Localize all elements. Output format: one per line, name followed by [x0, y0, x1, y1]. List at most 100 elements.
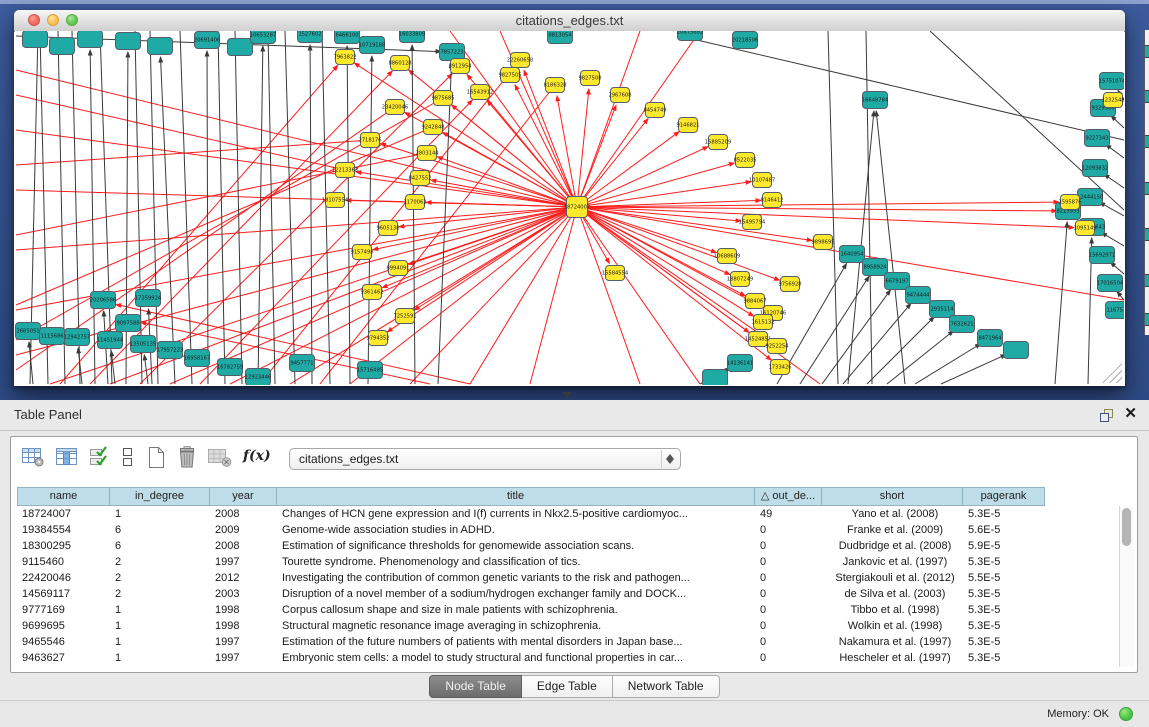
column-header-title[interactable]: title: [277, 487, 755, 506]
function-builder-icon[interactable]: f(x): [243, 448, 271, 464]
graph-node-label: 15584554: [602, 271, 629, 277]
graph-node-label: 2718176: [358, 138, 381, 144]
table-cell: 0: [755, 618, 822, 634]
table-cell: 5.3E-5: [963, 650, 1045, 666]
table-row[interactable]: 1938455462009Genome-wide association stu…: [17, 522, 1045, 538]
network-canvas[interactable]: 2069140610653287152760264661001071918816…: [15, 31, 1124, 385]
graph-node-label: 16543912: [467, 90, 493, 96]
graph-node[interactable]: [228, 39, 253, 56]
graph-node-label: 1733426: [768, 365, 791, 371]
graph-node-label: 8471964: [978, 336, 1002, 342]
graph-node[interactable]: [1004, 342, 1029, 359]
zoom-traffic-light-icon[interactable]: [66, 14, 78, 26]
table-cell: Franke et al. (2009): [822, 522, 963, 538]
splitter-collapse-icon[interactable]: [562, 392, 572, 398]
graph-node: [1145, 274, 1149, 287]
table-cell: 1: [110, 634, 210, 650]
graph-node-label: 16033809: [399, 32, 425, 38]
table-cell: 5.3E-5: [963, 554, 1045, 570]
graph-node-label: 9457771: [290, 361, 313, 367]
table-row[interactable]: 1830029562008Estimation of significance …: [17, 538, 1045, 554]
graph-node-label: 9875685: [431, 96, 454, 102]
table-cell: 18300295: [17, 538, 110, 554]
table-cell: 2003: [210, 586, 277, 602]
delete-columns-icon[interactable]: [175, 446, 199, 470]
table-cell: 0: [755, 650, 822, 666]
close-traffic-light-icon[interactable]: [28, 14, 40, 26]
table-row[interactable]: 1456911722003Disruption of a novel membe…: [17, 586, 1045, 602]
graph-node-label: 12942757: [64, 335, 90, 341]
dropdown-stepper-icon: [661, 450, 679, 468]
table-row[interactable]: 946554611997Estimation of the future num…: [17, 634, 1045, 650]
vertical-scrollbar[interactable]: [1119, 506, 1134, 667]
tab-node-table[interactable]: Node Table: [429, 675, 522, 698]
graph-node-label: 6679197: [885, 279, 908, 285]
table-cell: 5.5E-5: [963, 570, 1045, 586]
column-header-pagerank[interactable]: pagerank: [963, 487, 1045, 506]
graph-node-label: 8912954: [448, 64, 472, 70]
column-header-out_de[interactable]: △ out_de...: [755, 487, 822, 506]
graph-node[interactable]: [50, 38, 75, 55]
network-window: citations_edges.txt 20691406106532871527…: [14, 10, 1125, 386]
graph-node-label: 10719188: [359, 43, 385, 49]
minimize-traffic-light-icon[interactable]: [47, 14, 59, 26]
float-window-icon[interactable]: [1099, 408, 1115, 423]
table-row[interactable]: 2242004622012Investigating the contribut…: [17, 570, 1045, 586]
table-cell: Stergiakouli et al. (2012): [822, 570, 963, 586]
graph-node-label: 9157498: [350, 250, 373, 256]
graph-node[interactable]: [78, 31, 103, 48]
graph-node: [1145, 313, 1149, 326]
graph-node-label: 15692971: [1089, 253, 1115, 259]
column-header-in_degree[interactable]: in_degree: [110, 487, 210, 506]
graph-node-label: 15495794: [739, 220, 766, 226]
graph-node-label: 2803144: [415, 151, 439, 157]
close-icon[interactable]: ✕: [1124, 404, 1137, 422]
graph-node: [1145, 90, 1149, 103]
graph-node-label: 10688609: [714, 254, 740, 260]
table-cell: Estimation of the future numbers of pati…: [277, 634, 755, 650]
graph-node-label: 1115686: [40, 334, 63, 340]
delete-table-icon[interactable]: [207, 446, 233, 468]
tab-edge-table[interactable]: Edge Table: [522, 675, 613, 698]
graph-node-label: 16648784: [862, 98, 889, 104]
table-options-icon[interactable]: [21, 446, 45, 468]
graph-node-label: 9898695: [811, 240, 834, 246]
graph-node-label: 1615132: [751, 320, 774, 326]
show-columns-icon[interactable]: [55, 446, 79, 468]
graph-node-label: 20875682: [677, 31, 703, 36]
select-rows-icon[interactable]: [89, 446, 111, 468]
graph-node-label: 9884067: [743, 299, 766, 305]
table-row[interactable]: 969969511998Structural magnetic resonanc…: [17, 618, 1045, 634]
column-header-short[interactable]: short: [822, 487, 963, 506]
graph-node-label: 1640954: [840, 252, 864, 258]
graph-node[interactable]: [148, 38, 173, 55]
column-header-name[interactable]: name: [17, 487, 110, 506]
graph-node-label: 8454749: [643, 108, 666, 114]
graph-node-label: 16782759: [217, 365, 243, 371]
table-cell: 1: [110, 650, 210, 666]
graph-node-label: 9827508: [578, 76, 601, 82]
table-row[interactable]: 946362711997Embryonic stem cells: a mode…: [17, 650, 1045, 666]
table-cell: 1998: [210, 618, 277, 634]
table-selector-dropdown[interactable]: citations_edges.txt: [289, 448, 681, 470]
table-cell: 5.3E-5: [963, 634, 1045, 650]
table-cell: 2008: [210, 538, 277, 554]
table-row[interactable]: 1872400712008Changes of HCN gene express…: [17, 506, 1045, 522]
table-cell: 2012: [210, 570, 277, 586]
scrollbar-thumb[interactable]: [1122, 508, 1131, 546]
table-row[interactable]: 977716911998Corpus callosum shape and si…: [17, 602, 1045, 618]
graph-node-label: 9474444: [906, 293, 930, 299]
tab-network-table[interactable]: Network Table: [613, 675, 720, 698]
graph-node[interactable]: [23, 31, 48, 48]
column-header-year[interactable]: year: [210, 487, 277, 506]
table-selector-value: citations_edges.txt: [299, 452, 398, 466]
row-height-icon[interactable]: [119, 446, 137, 468]
graph-node[interactable]: [116, 33, 141, 50]
create-table-icon[interactable]: [145, 446, 167, 470]
graph-node: [1145, 182, 1149, 195]
graph-node[interactable]: [703, 370, 728, 386]
network-window-titlebar[interactable]: citations_edges.txt: [14, 10, 1125, 32]
graph-node-label: 17359924: [135, 296, 162, 302]
graph-node-label: 9242848: [421, 125, 444, 131]
table-row[interactable]: 911546021997Tourette syndrome. Phenomeno…: [17, 554, 1045, 570]
